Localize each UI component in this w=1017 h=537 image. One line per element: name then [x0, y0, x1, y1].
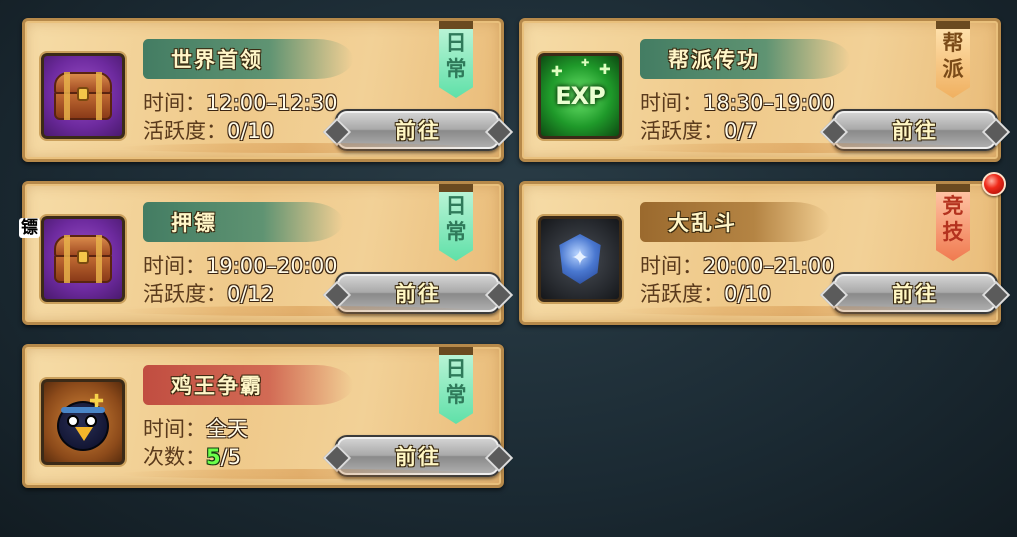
activity-card-brawl: ✦ 大乱斗 时间：20:00–21:00 活跃度：0/10 前往 竞 技 — [519, 181, 1001, 325]
activity-card-escort: 镖 押镖 时间：19:00–20:00 活跃度：0/12 前往 日 常 — [19, 181, 504, 325]
activity-value: 0/12 — [227, 282, 275, 306]
activity-title-banner: 押镖 — [143, 202, 343, 242]
go-button[interactable]: 前往 — [335, 272, 501, 314]
go-button-label: 前往 — [395, 445, 441, 469]
time-label: 时间： — [143, 254, 206, 278]
activity-label: 活跃度： — [640, 119, 724, 143]
tag-char: 日 — [445, 31, 467, 55]
activity-label: 活跃度： — [143, 282, 227, 306]
category-tag-daily: 日 常 — [439, 21, 473, 98]
go-button[interactable]: 前往 — [832, 272, 998, 314]
category-tag-daily: 日 常 — [439, 184, 473, 261]
activity-value: 0/7 — [724, 119, 758, 143]
category-tag-arena: 竞 技 — [936, 184, 970, 261]
activity-title-banner: 世界首领 — [143, 39, 353, 79]
time-label: 时间： — [640, 91, 703, 115]
activity-row: 活跃度：0/10 — [640, 278, 771, 308]
tag-char: 日 — [445, 194, 467, 218]
go-button-label: 前往 — [892, 282, 938, 306]
exp-icon: ✚ ✚ ✚ EXP — [538, 53, 622, 139]
count-done: 5 — [206, 445, 221, 469]
time-value: 19:00–20:00 — [206, 254, 338, 278]
blue-gem-icon: ✦ — [538, 216, 622, 302]
activity-card-chicken-king: ✚ 鸡王争霸 时间：全天 次数：5/5 前往 日 常 — [22, 344, 504, 488]
tag-char: 常 — [445, 57, 467, 81]
count-row: 次数：5/5 — [143, 441, 241, 471]
time-label: 时间： — [143, 91, 206, 115]
time-value: 12:00–12:30 — [206, 91, 338, 115]
treasure-chest-icon — [41, 53, 125, 139]
tag-char: 日 — [445, 357, 467, 381]
time-row: 时间：12:00–12:30 — [143, 87, 338, 117]
activity-title: 世界首领 — [171, 48, 263, 72]
go-button[interactable]: 前往 — [832, 109, 998, 151]
count-label: 次数： — [143, 445, 206, 469]
time-row: 时间：20:00–21:00 — [640, 250, 835, 280]
ninja-bird-icon: ✚ — [41, 379, 125, 465]
category-tag-daily: 日 常 — [439, 347, 473, 424]
activity-title: 鸡王争霸 — [171, 374, 263, 398]
notification-dot — [982, 172, 1006, 196]
time-row: 时间：19:00–20:00 — [143, 250, 338, 280]
activity-title: 大乱斗 — [668, 211, 737, 235]
activity-title-banner: 帮派传功 — [640, 39, 850, 79]
time-label: 时间： — [640, 254, 703, 278]
category-tag-guild: 帮 派 — [936, 21, 970, 98]
activity-label: 活跃度： — [143, 119, 227, 143]
activity-label: 活跃度： — [640, 282, 724, 306]
activity-card-world-boss: 世界首领 时间：12:00–12:30 活跃度：0/10 前往 日 常 — [22, 18, 504, 162]
go-button-label: 前往 — [395, 282, 441, 306]
activity-row: 活跃度：0/12 — [143, 278, 274, 308]
treasure-chest-icon — [41, 216, 125, 302]
activity-value: 0/10 — [227, 119, 275, 143]
activity-value: 0/10 — [724, 282, 772, 306]
time-row: 时间：全天 — [143, 413, 248, 443]
tag-char: 帮 — [942, 31, 964, 55]
activity-title-banner: 鸡王争霸 — [143, 365, 353, 405]
time-value: 20:00–21:00 — [703, 254, 835, 278]
activity-row: 活跃度：0/10 — [143, 115, 274, 145]
tag-char: 技 — [942, 220, 964, 244]
go-button[interactable]: 前往 — [335, 435, 501, 477]
go-button-label: 前往 — [395, 119, 441, 143]
activity-title-banner: 大乱斗 — [640, 202, 830, 242]
time-row: 时间：18:30–19:00 — [640, 87, 835, 117]
time-value: 18:30–19:00 — [703, 91, 835, 115]
activity-title: 押镖 — [171, 211, 217, 235]
count-total: /5 — [220, 445, 242, 469]
tag-char: 常 — [445, 383, 467, 407]
tag-char: 派 — [942, 57, 964, 81]
activity-card-guild-exp: ✚ ✚ ✚ EXP 帮派传功 时间：18:30–19:00 活跃度：0/7 前往… — [519, 18, 1001, 162]
time-label: 时间： — [143, 417, 206, 441]
escort-badge: 镖 — [19, 218, 40, 238]
tag-char: 常 — [445, 220, 467, 244]
exp-icon-text: EXP — [555, 82, 605, 110]
activity-title: 帮派传功 — [668, 48, 760, 72]
activity-row: 活跃度：0/7 — [640, 115, 758, 145]
tag-char: 竞 — [942, 194, 964, 218]
go-button-label: 前往 — [892, 119, 938, 143]
go-button[interactable]: 前往 — [335, 109, 501, 151]
time-value: 全天 — [206, 417, 248, 441]
